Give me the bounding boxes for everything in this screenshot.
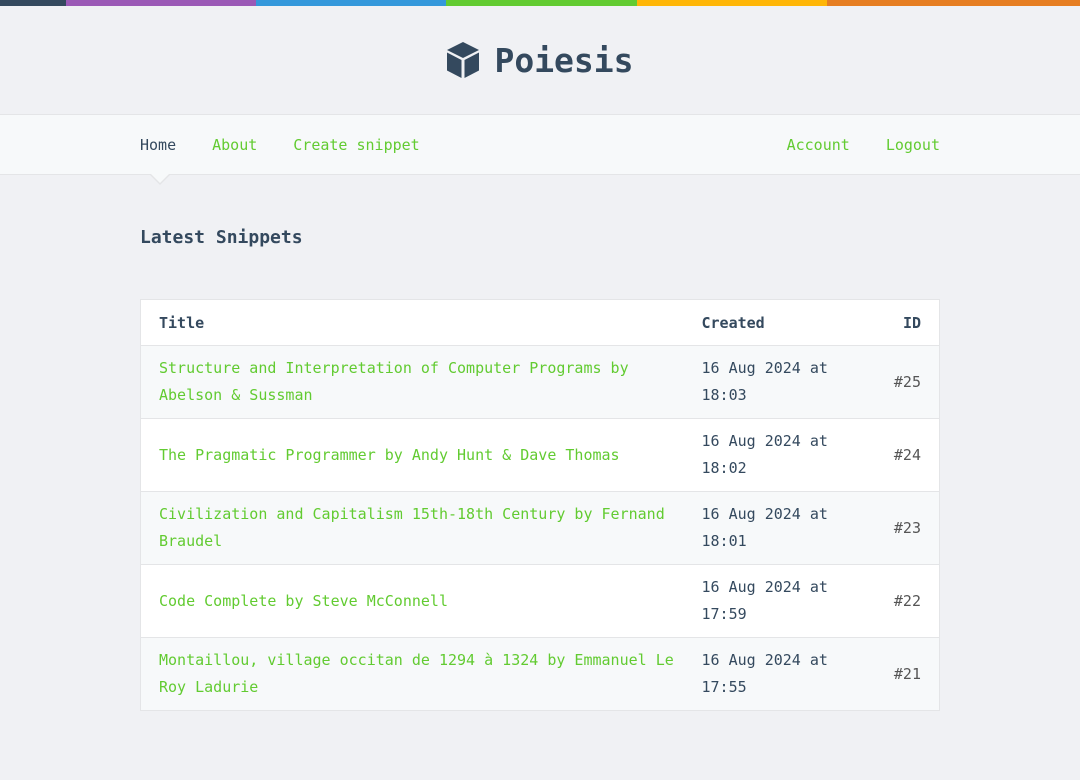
nav-logout-link[interactable]: Logout xyxy=(886,136,940,154)
table-row: Code Complete by Steve McConnell 16 Aug … xyxy=(140,564,940,638)
snippet-id: #22 xyxy=(859,564,940,638)
table-row: Structure and Interpretation of Computer… xyxy=(140,345,940,419)
color-stripe-segment xyxy=(446,0,637,6)
snippet-created: 16 Aug 2024 at 17:55 xyxy=(699,637,860,711)
column-header-id: ID xyxy=(859,299,940,346)
snippet-id: #23 xyxy=(859,491,940,565)
snippet-title-link[interactable]: Montaillou, village occitan de 1294 à 13… xyxy=(159,651,674,696)
snippet-title-link[interactable]: Structure and Interpretation of Computer… xyxy=(159,359,629,404)
column-header-title: Title xyxy=(140,299,700,346)
snippet-title-link[interactable]: Civilization and Capitalism 15th-18th Ce… xyxy=(159,505,665,550)
color-stripe-segment xyxy=(66,0,256,6)
nav-about-link[interactable]: About xyxy=(212,136,257,154)
snippet-title-link[interactable]: Code Complete by Steve McConnell xyxy=(159,592,448,610)
snippet-created: 16 Aug 2024 at 18:02 xyxy=(699,418,860,492)
cube-icon xyxy=(447,42,480,78)
color-stripe-segment xyxy=(256,0,446,6)
snippet-title-link[interactable]: The Pragmatic Programmer by Andy Hunt & … xyxy=(159,446,620,464)
table-header-row: Title Created ID xyxy=(140,299,940,346)
main-nav: Home About Create snippet Account Logout xyxy=(0,114,1080,185)
table-row: Montaillou, village occitan de 1294 à 13… xyxy=(140,637,940,711)
color-stripe-segment xyxy=(0,0,66,6)
snippet-id: #24 xyxy=(859,418,940,492)
nav-right: Account Logout xyxy=(787,136,940,154)
color-stripe-segment xyxy=(637,0,827,6)
snippet-created: 16 Aug 2024 at 18:03 xyxy=(699,345,860,419)
table-row: The Pragmatic Programmer by Andy Hunt & … xyxy=(140,418,940,492)
snippet-id: #25 xyxy=(859,345,940,419)
color-stripe xyxy=(0,0,1080,6)
nav-account-link[interactable]: Account xyxy=(787,136,850,154)
column-header-created: Created xyxy=(699,299,860,346)
brand-name[interactable]: Poiesis xyxy=(494,41,633,80)
active-nav-indicator xyxy=(149,173,171,185)
nav-create-snippet-link[interactable]: Create snippet xyxy=(293,136,419,154)
nav-left: Home About Create snippet xyxy=(140,136,420,154)
snippet-created: 16 Aug 2024 at 18:01 xyxy=(699,491,860,565)
nav-home-link[interactable]: Home xyxy=(140,136,176,154)
table-row: Civilization and Capitalism 15th-18th Ce… xyxy=(140,491,940,565)
main-content: Latest Snippets Title Created ID Structu… xyxy=(140,175,940,711)
snippet-id: #21 xyxy=(859,637,940,711)
snippets-table: Title Created ID Structure and Interpret… xyxy=(140,299,940,711)
snippet-created: 16 Aug 2024 at 17:59 xyxy=(699,564,860,638)
site-header: Poiesis xyxy=(0,6,1080,114)
page-title: Latest Snippets xyxy=(140,227,303,248)
color-stripe-segment xyxy=(827,0,1080,6)
